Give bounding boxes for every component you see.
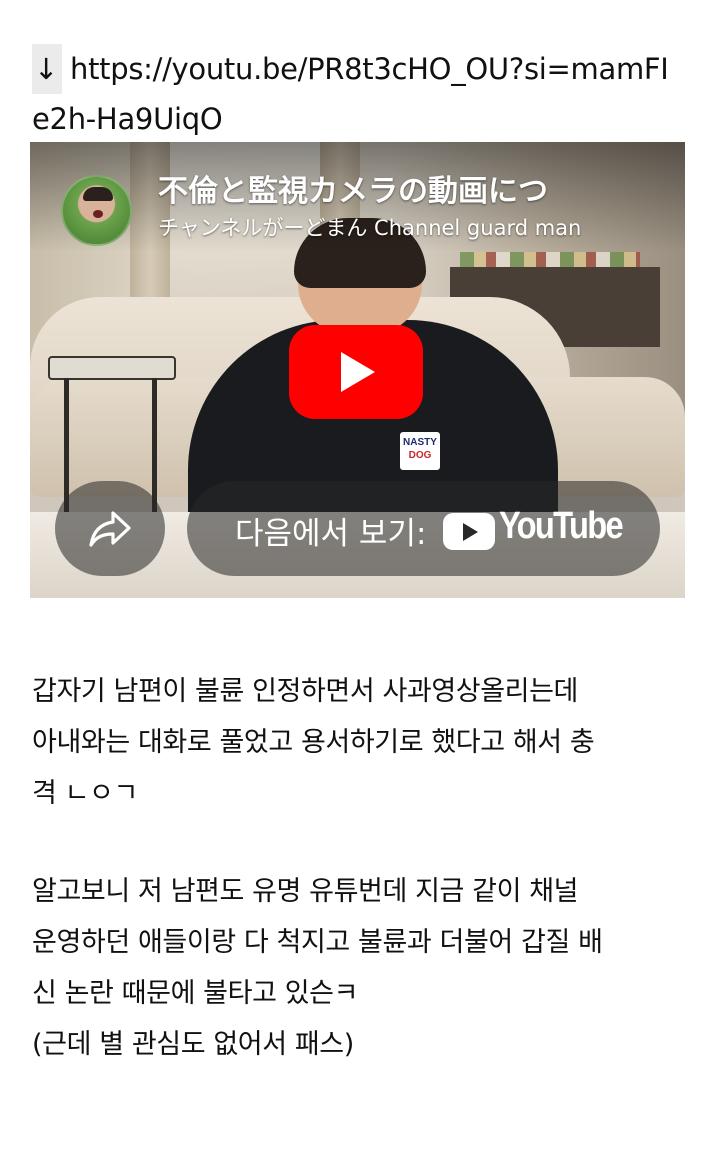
- youtube-logo-icon: [443, 513, 495, 550]
- share-arrow-icon: [89, 511, 131, 547]
- link-url-part1[interactable]: https://youtu.be/PR8t3cHO_OU?si=mamFI: [70, 52, 669, 86]
- post-paragraph-2: 알고보니 저 남편도 유명 유튜번데 지금 같이 채널 운영하던 애들이랑 다 …: [32, 866, 692, 1070]
- text-line: 운영하던 애들이랑 다 척지고 불륜과 더불어 갑질 배: [32, 927, 603, 958]
- play-icon: [341, 352, 375, 392]
- down-arrow-icon: ↓: [32, 44, 62, 94]
- youtube-embed[interactable]: NASTY DOG 不倫と監視カメラの動画につ チャンネルがーどまん Chann…: [30, 142, 685, 598]
- video-title[interactable]: 不倫と監視カメラの動画につ: [158, 166, 678, 210]
- text-line: 갑자기 남편이 불륜 인정하면서 사과영상올리는데: [32, 676, 578, 707]
- share-button[interactable]: [55, 481, 165, 576]
- watch-on-youtube-button[interactable]: 다음에서 보기: YouTube: [187, 481, 660, 576]
- text-line: 격 ㄴㅇㄱ: [32, 778, 138, 809]
- text-line: 알고보니 저 남편도 유명 유튜번데 지금 같이 채널: [32, 876, 579, 907]
- channel-name[interactable]: チャンネルがーどまん Channel guard man: [158, 212, 678, 242]
- youtube-link[interactable]: ↓ https://youtu.be/PR8t3cHO_OU?si=mamFI e…: [32, 44, 692, 144]
- channel-avatar[interactable]: [61, 175, 132, 246]
- text-line: (근데 별 관심도 없어서 패스): [32, 1029, 354, 1060]
- shirt-logo: NASTY DOG: [400, 432, 440, 470]
- text-line: 아내와는 대화로 풀었고 용서하기로 했다고 해서 충: [32, 727, 595, 758]
- text-line: 신 논란 때문에 불타고 있슨ㅋ: [32, 978, 359, 1009]
- post-paragraph-1: 갑자기 남편이 불륜 인정하면서 사과영상올리는데 아내와는 대화로 풀었고 용…: [32, 666, 692, 819]
- watch-on-label: 다음에서 보기:: [235, 516, 427, 552]
- play-button[interactable]: [289, 325, 423, 419]
- link-url-part2[interactable]: e2h-Ha9UiqO: [32, 102, 223, 136]
- youtube-wordmark: YouTube: [499, 505, 624, 547]
